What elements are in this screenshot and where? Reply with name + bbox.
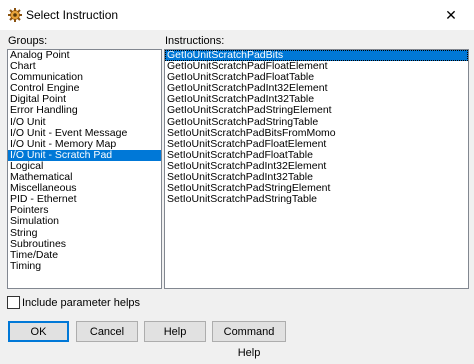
instructions-list-item[interactable]: GetIoUnitScratchPadStringTable: [165, 116, 468, 128]
instructions-label: Instructions:: [165, 35, 225, 47]
ok-button[interactable]: OK: [8, 321, 69, 342]
include-parameter-helps-checkbox[interactable]: [7, 296, 20, 309]
groups-list-item[interactable]: I/O Unit: [8, 116, 161, 128]
instructions-list-item[interactable]: SetIoUnitScratchPadStringTable: [165, 194, 468, 205]
groups-list-item[interactable]: Error Handling: [8, 105, 161, 116]
title-bar: Select Instruction ✕: [0, 0, 474, 30]
groups-list-item[interactable]: Timing: [8, 260, 161, 272]
command-help-button[interactable]: Command Help: [212, 321, 286, 359]
groups-list-item[interactable]: Simulation: [8, 216, 161, 227]
groups-list[interactable]: Analog Point Chart Communication Control En…: [7, 49, 162, 289]
instructions-list[interactable]: GetIoUnitScratchPadBits GetIoUnitScratchP…: [164, 49, 469, 289]
gear-app-icon: [8, 8, 22, 22]
groups-list-item[interactable]: String: [8, 227, 161, 239]
close-icon[interactable]: ✕: [428, 0, 474, 30]
help-button[interactable]: Help: [144, 321, 206, 342]
instructions-list-item[interactable]: GetIoUnitScratchPadStringElement: [165, 105, 468, 116]
window-title: Select Instruction: [26, 8, 119, 22]
cancel-button[interactable]: Cancel: [76, 321, 138, 342]
groups-label: Groups:: [8, 35, 48, 47]
include-parameter-helps-label[interactable]: Include parameter helps: [22, 297, 140, 309]
